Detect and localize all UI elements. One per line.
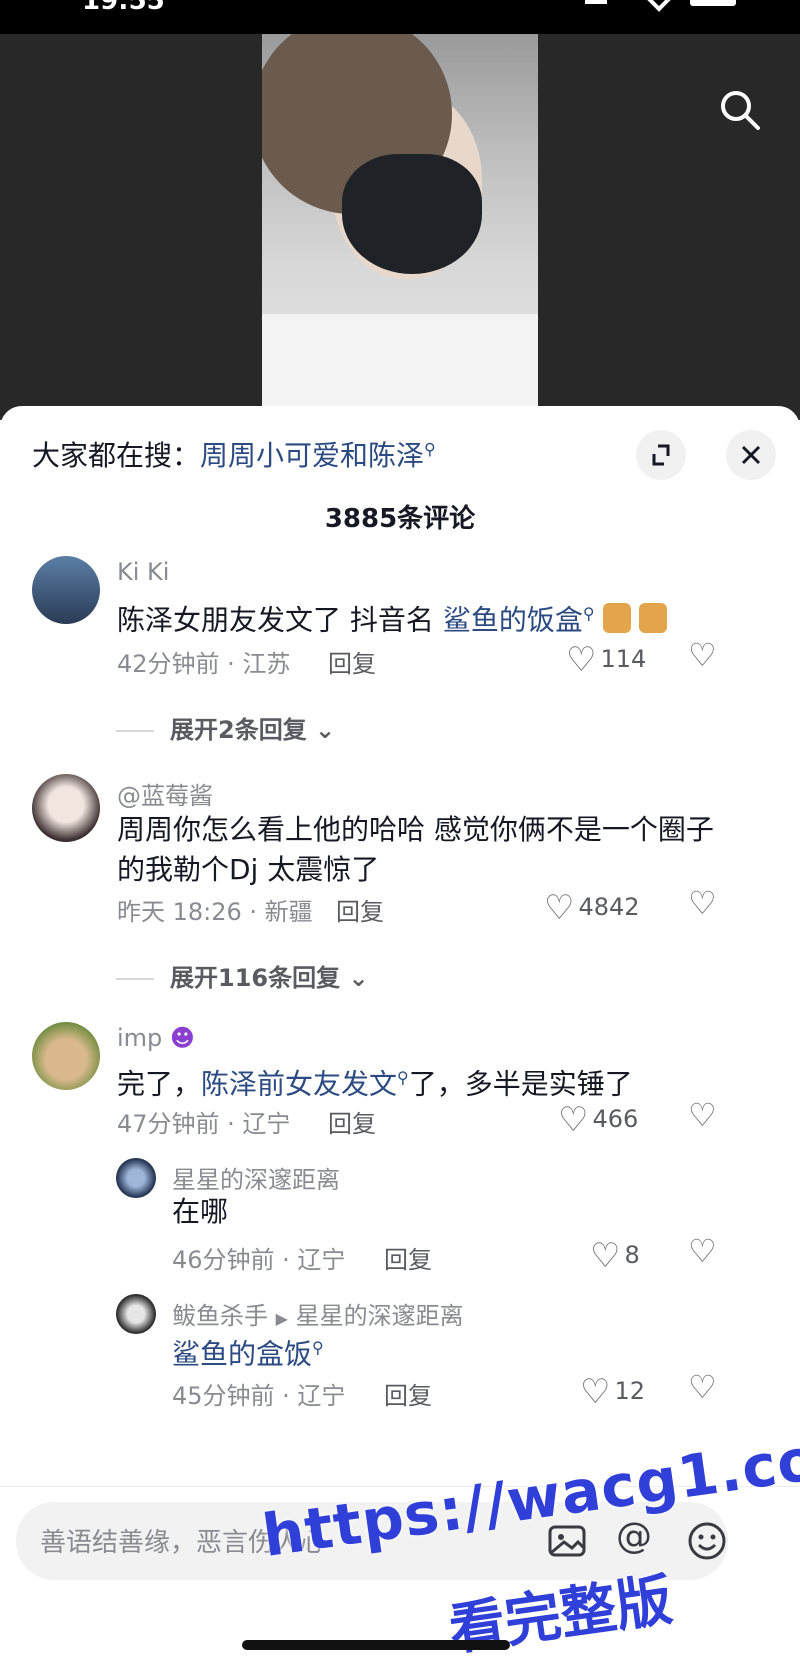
reply-username[interactable]: 鲅鱼杀手 ▶ 星星的深邃距离 [172, 1296, 464, 1331]
close-button[interactable] [726, 430, 776, 480]
comment-search-link[interactable]: 鲨鱼的饭盒 [443, 603, 583, 636]
broken-heart-icon[interactable]: ♡ [688, 1096, 717, 1134]
expand-icon [652, 444, 670, 466]
like-count: 12 [614, 1377, 646, 1405]
comment-meta: 47分钟前 · 辽宁 [117, 1110, 291, 1138]
reply-to-username: 星星的深邃距离 [295, 1302, 464, 1330]
broken-heart-icon[interactable]: ♡ [688, 636, 717, 674]
like-button[interactable]: ♡ 12 [580, 1372, 645, 1412]
avatar[interactable] [32, 556, 100, 624]
search-suggestion-link[interactable]: 周周小可爱和陈泽 [200, 439, 424, 472]
heart-icon: ♡ [590, 1236, 621, 1276]
search-suggestion[interactable]: 大家都在搜：周周小可爱和陈泽⚲ [32, 434, 436, 474]
avatar[interactable] [32, 774, 100, 842]
status-time: 19:55 [82, 0, 165, 16]
heart-icon: ♡ [544, 888, 575, 928]
search-small-icon: ⚲ [397, 1068, 409, 1087]
wifi-icon [646, 0, 672, 12]
search-icon[interactable] [718, 88, 762, 132]
heart-icon: ♡ [558, 1100, 589, 1140]
reply-button[interactable]: 回复 [384, 1240, 432, 1275]
comment-meta: 42分钟前 · 江苏 [117, 650, 291, 678]
battery-icon [690, 0, 736, 6]
avatar[interactable] [116, 1294, 156, 1334]
search-small-icon: ⚲ [424, 439, 436, 459]
comment-username[interactable]: Ki Ki [117, 558, 169, 586]
emoji-icon[interactable] [686, 1520, 728, 1562]
video-player[interactable] [0, 34, 800, 420]
reply-meta: 45分钟前 · 辽宁 [172, 1382, 346, 1410]
avatar[interactable] [32, 1022, 100, 1090]
signal-icon [585, 0, 607, 4]
username-text: imp [117, 1024, 163, 1052]
like-count: 8 [624, 1241, 640, 1269]
comment-count: 3885条评论 [324, 504, 476, 534]
reply-arrow-icon: ▶ [275, 1309, 288, 1328]
cat-emoji-icon [638, 603, 667, 634]
reply-text: 鲨鱼的盒饭⚲ [172, 1328, 324, 1374]
divider [116, 730, 154, 732]
like-count: 4842 [578, 893, 640, 921]
cat-emoji-icon [602, 603, 631, 634]
expand-replies-label: 展开116条回复 [170, 964, 341, 992]
comment-sheet: 大家都在搜：周周小可爱和陈泽⚲ 3885条评论 Ki Ki 陈泽女朋友发文了 抖… [0, 406, 800, 1486]
like-count: 114 [600, 645, 647, 673]
status-bar: 19:55 [0, 0, 800, 34]
reply-button[interactable]: 回复 [336, 892, 384, 927]
broken-heart-icon[interactable]: ♡ [688, 884, 717, 922]
comment-text: 周周你怎么看上他的哈哈 感觉你俩不是一个圈子的我勒个Dj 太震惊了 [117, 813, 714, 886]
search-small-icon: ⚲ [582, 604, 595, 623]
reply-text: 在哪 [172, 1195, 229, 1228]
expand-replies[interactable]: 展开116条回复 ⌄ [116, 958, 369, 993]
reply-button[interactable]: 回复 [328, 644, 376, 679]
reply-button[interactable]: 回复 [384, 1376, 432, 1411]
reply-username[interactable]: 星星的深邃距离 [172, 1160, 340, 1195]
close-icon [741, 445, 761, 465]
reply-meta: 46分钟前 · 辽宁 [172, 1246, 346, 1274]
comment-text-part: 了，多半是实锤了 [408, 1067, 633, 1101]
home-indicator [242, 1640, 510, 1650]
broken-heart-icon[interactable]: ♡ [688, 1232, 717, 1270]
avatar[interactable] [116, 1158, 156, 1198]
username-text: 鲅鱼杀手 [172, 1302, 268, 1330]
heart-icon: ♡ [580, 1372, 611, 1412]
search-small-icon: ⚲ [312, 1338, 324, 1357]
like-button[interactable]: ♡ 466 [558, 1100, 638, 1140]
comment-text-part: 陈泽女朋友发文了 抖音名 [117, 603, 443, 637]
like-button[interactable]: ♡ 114 [566, 640, 646, 680]
heart-icon: ♡ [566, 640, 597, 680]
like-count: 466 [592, 1105, 639, 1133]
expand-replies[interactable]: 展开2条回复 ⌄ [116, 710, 335, 745]
comment-text: 陈泽女朋友发文了 抖音名 鲨鱼的饭盒⚲ [117, 594, 737, 640]
comment-text-part: 完了， [117, 1067, 202, 1101]
divider [116, 978, 154, 980]
reply-button[interactable]: 回复 [328, 1104, 376, 1139]
like-button[interactable]: ♡ 8 [590, 1236, 640, 1276]
video-frame [262, 34, 538, 420]
comment-username[interactable]: imp ☻ [117, 1024, 195, 1052]
comment-search-link[interactable]: 陈泽前女友发文 [201, 1067, 397, 1100]
devil-emoji-icon: ☻ [169, 1024, 195, 1052]
comment-username[interactable]: @蓝莓酱 [117, 776, 213, 811]
like-button[interactable]: ♡ 4842 [544, 888, 640, 928]
broken-heart-icon[interactable]: ♡ [688, 1368, 717, 1406]
expand-button[interactable] [636, 430, 686, 480]
expand-replies-label: 展开2条回复 [170, 716, 307, 744]
comment-meta: 昨天 18:26 · 新疆 [117, 898, 313, 926]
reply-search-link[interactable]: 鲨鱼的盒饭 [172, 1337, 312, 1370]
search-suggestion-prefix: 大家都在搜： [32, 439, 201, 472]
at-icon[interactable]: @ [616, 1516, 658, 1558]
comment-text: 完了，陈泽前女友发文⚲了，多半是实锤了 [117, 1058, 737, 1104]
